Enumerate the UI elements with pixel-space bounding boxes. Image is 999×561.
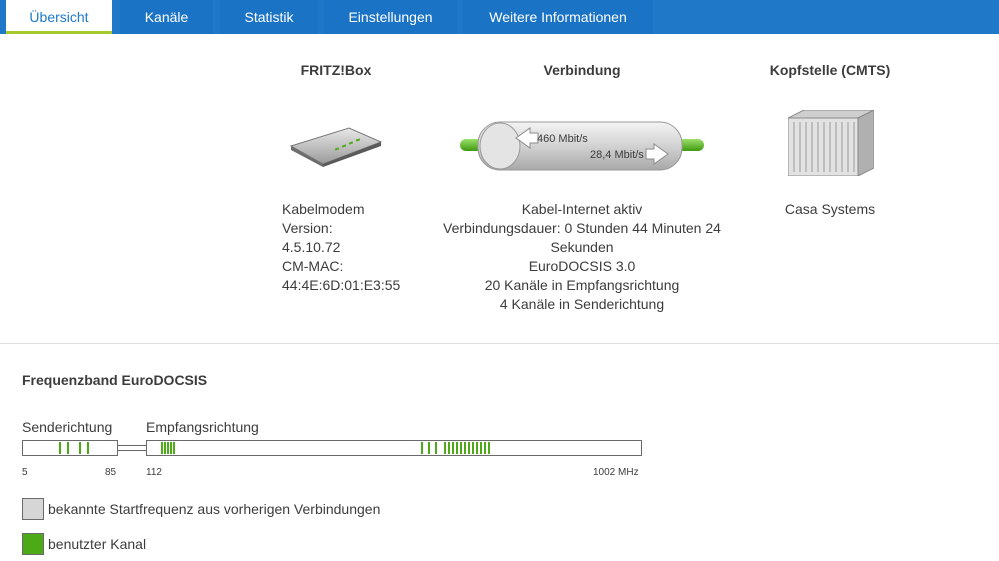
receive-channel-marker [428,442,430,454]
tab-weitere-informationen[interactable]: Weitere Informationen [463,0,653,34]
send-channel-marker [59,442,61,454]
fritzbox-info-line: CM-MAC: [282,258,344,274]
receive-band-bar [146,440,642,456]
send-band-bar [22,440,118,456]
receive-channel-marker [170,442,172,454]
tab-einstellungen[interactable]: Einstellungen [324,0,457,34]
send-channel-marker [87,442,89,454]
fritzbox-title: FRITZ!Box [300,62,372,78]
receive-channel-marker [167,442,169,454]
receive-channel-marker [476,442,478,454]
legend-used-swatch [22,533,44,555]
receive-channel-marker [161,442,163,454]
receive-channel-marker [472,442,474,454]
band-connector [117,445,147,451]
tab-kanaele[interactable]: Kanäle [120,0,213,34]
receive-channel-marker [480,442,482,454]
receive-channel-marker [484,442,486,454]
section-divider [0,343,999,344]
fritzbox-info-line: Version: [282,220,333,236]
receive-channel-marker [456,442,458,454]
receive-channel-marker [468,442,470,454]
legend-known-swatch [22,498,44,520]
receive-channel-marker [452,442,454,454]
upstream-speed: 28,4 Mbit/s [590,149,644,161]
fritzbox-info-line: Kabelmodem [282,201,365,217]
receive-channel-marker [488,442,490,454]
tick-label: 5 [22,467,28,478]
downstream-speed: 460 Mbit/s [537,133,588,145]
connection-pipe [460,121,704,171]
tick-label: 112 [146,467,162,478]
fritzbox-info: Kabelmodem Version: 4.5.10.72 CM-MAC: 44… [282,200,422,295]
tab-uebersicht[interactable]: Übersicht [6,0,112,34]
receive-channel-marker [444,442,446,454]
router-icon [289,127,383,167]
connection-info-line: Sekunden [550,239,614,255]
receive-channel-marker [460,442,462,454]
connection-title: Verbindung [543,62,621,78]
legend-known-label: bekannte Startfrequenz aus vorherigen Ve… [48,501,381,517]
connection-info: Kabel-Internet aktiv Verbindungsdauer: 0… [432,200,732,314]
send-channel-marker [67,442,69,454]
send-channel-marker [79,442,81,454]
connection-info-line: Kabel-Internet aktiv [521,201,643,217]
tick-label: 1002 MHz [593,467,639,478]
receive-channel-marker [435,442,437,454]
fritzbox-info-line: 44:4E:6D:01:E3:55 [282,277,401,293]
connection-info-line: 4 Kanäle in Senderichtung [499,296,665,312]
server-icon [788,110,874,176]
receive-channel-marker [464,442,466,454]
connection-info-line: EuroDOCSIS 3.0 [528,258,636,274]
receive-channel-marker [448,442,450,454]
connection-info-line: 20 Kanäle in Empfangsrichtung [484,277,680,293]
cmts-info: Casa Systems [760,200,900,219]
receive-channel-marker [164,442,166,454]
cmts-info-line: Casa Systems [784,201,876,217]
tick-label: 85 [105,467,117,478]
fritzbox-info-line: 4.5.10.72 [282,239,341,255]
connection-info-line: Verbindungsdauer: 0 Stunden 44 Minuten 2… [443,220,721,236]
cmts-title: Kopfstelle (CMTS) [769,62,891,78]
frequency-band-title: Frequenzband EuroDOCSIS [22,372,208,388]
send-direction-label: Senderichtung [22,419,113,435]
receive-channel-marker [421,442,423,454]
legend-used-label: benutzter Kanal [48,536,147,552]
receive-direction-label: Empfangsrichtung [146,419,259,435]
tab-statistik[interactable]: Statistik [220,0,318,34]
receive-channel-marker [173,442,175,454]
